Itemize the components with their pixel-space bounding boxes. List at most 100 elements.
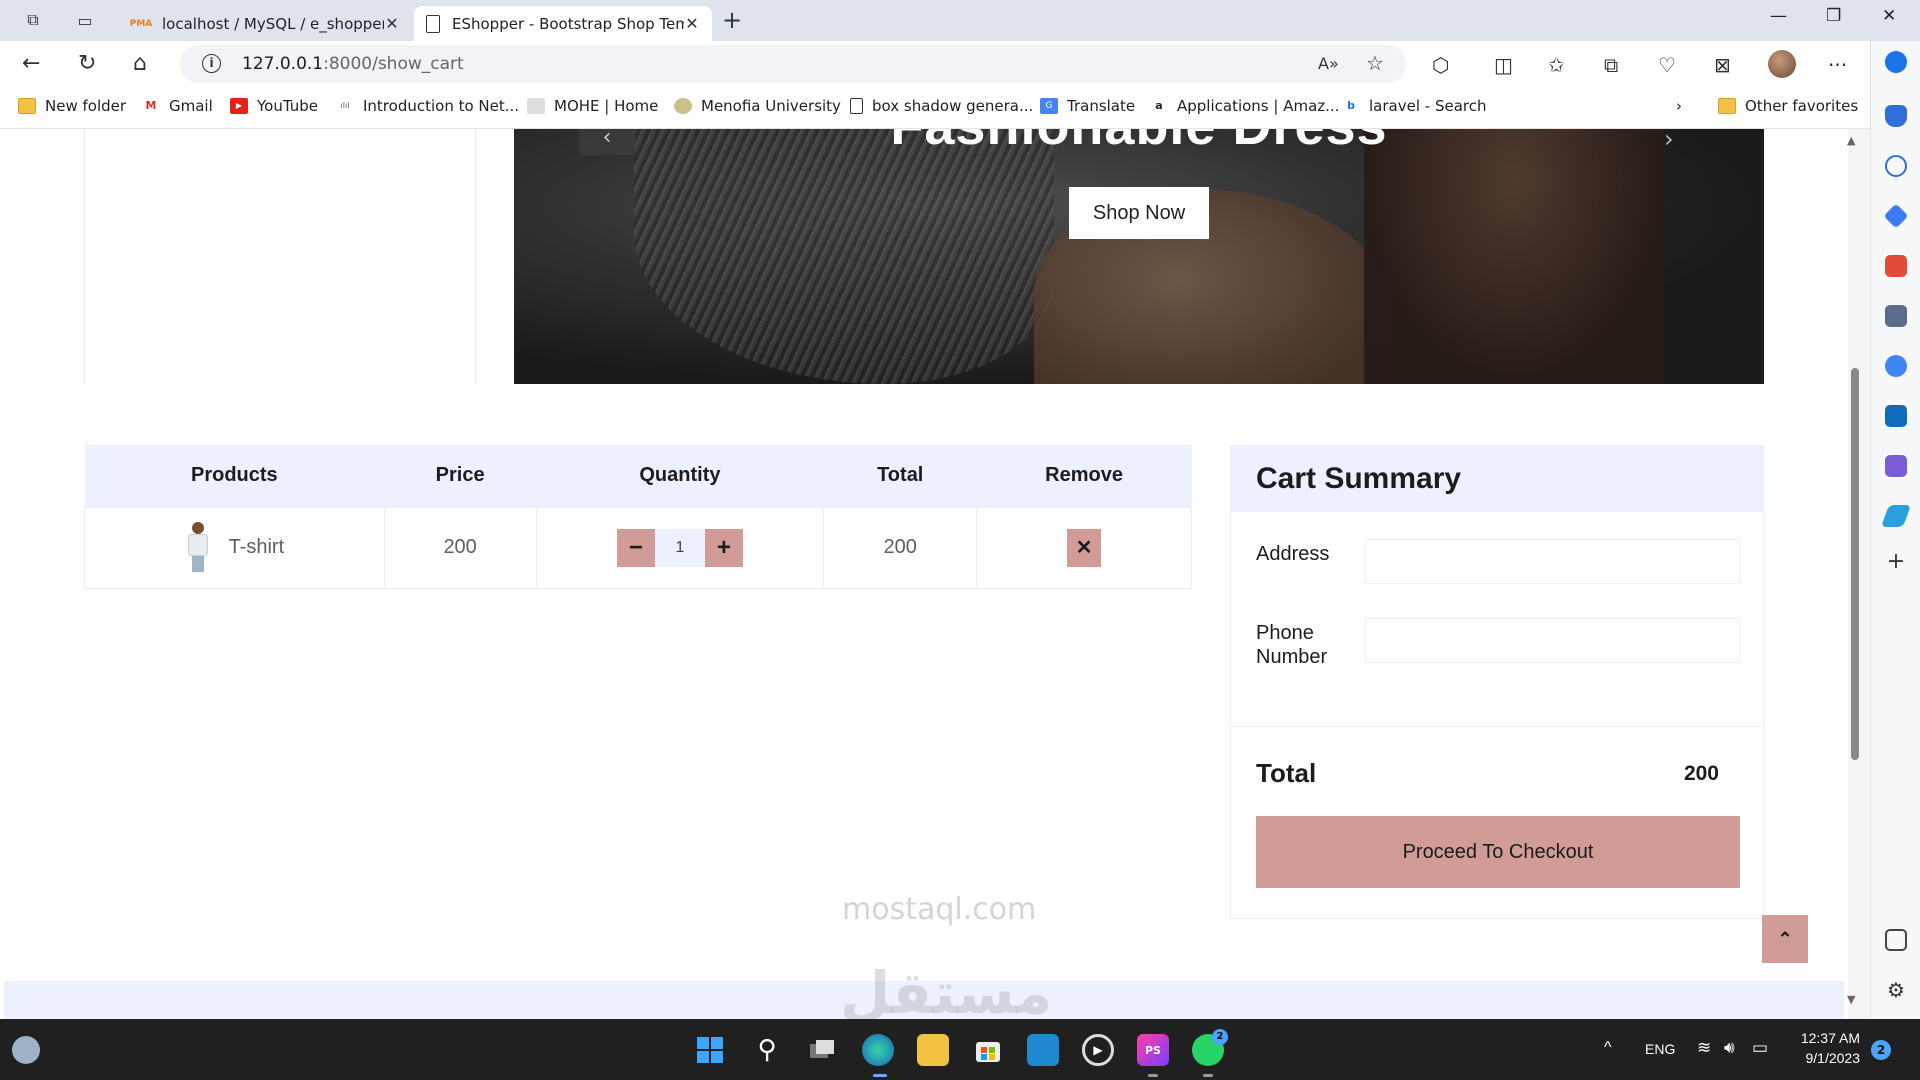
vscode-icon[interactable]	[1027, 1034, 1059, 1066]
file-explorer-icon[interactable]	[917, 1034, 949, 1066]
clock-time[interactable]: 12:37 AM	[1796, 1030, 1860, 1046]
designer-icon[interactable]	[1885, 455, 1907, 477]
favorite-netacad[interactable]: ılıl Introduction to Net...	[336, 97, 520, 115]
product-name[interactable]: T-shirt	[229, 536, 285, 559]
other-favorites[interactable]: Other favorites	[1718, 97, 1858, 115]
vertical-tabs-icon[interactable]: ▭	[72, 8, 98, 32]
minimize-icon[interactable]: —	[1770, 6, 1787, 26]
new-tab-icon[interactable]: +	[722, 6, 742, 34]
back-arrow-icon[interactable]: ←	[22, 51, 40, 76]
carousel-prev-icon[interactable]: ‹	[579, 129, 635, 155]
favorite-menofia[interactable]: Menofia University	[674, 97, 841, 115]
hide-sidebar-icon[interactable]	[1885, 929, 1907, 951]
favorite-star-icon[interactable]: ☆	[1366, 51, 1384, 75]
favorite-mohe[interactable]: MOHE | Home	[527, 97, 658, 115]
favorite-amazon[interactable]: a Applications | Amaz...	[1150, 97, 1339, 115]
shopping-tag-icon[interactable]	[1883, 203, 1909, 229]
proceed-to-checkout-button[interactable]: Proceed To Checkout	[1256, 816, 1740, 888]
search-icon[interactable]: ⚲	[751, 1034, 783, 1066]
favorite-translate[interactable]: G Translate	[1040, 97, 1135, 115]
total-label: Total	[1256, 758, 1317, 788]
back-to-top-button[interactable]: ⌃	[1762, 915, 1808, 963]
wifi-icon[interactable]: ≋	[1697, 1038, 1711, 1058]
scroll-up-arrow-icon[interactable]: ▲	[1847, 134, 1855, 147]
task-view-icon[interactable]	[806, 1034, 838, 1066]
volume-icon[interactable]: 🔊︎	[1724, 1038, 1735, 1058]
tab-phpmyadmin[interactable]: PMA localhost / MySQL / e_shopper / ✕	[120, 6, 412, 41]
weather-icon[interactable]	[12, 1036, 40, 1064]
watermark-logo: مستقل	[840, 959, 1053, 1019]
favorites-icon[interactable]: ✩	[1548, 53, 1565, 77]
clock-date[interactable]: 9/1/2023	[1796, 1050, 1861, 1066]
windows-taskbar: ⚲ ▶ PS 2 ^ ENG ≋ 🔊︎ ▭ 12:37 AM 9/1/2023	[0, 1019, 1920, 1080]
add-sidebar-app-icon[interactable]: +	[1885, 551, 1907, 573]
decrease-quantity-button[interactable]: −	[616, 528, 655, 567]
mohe-icon	[527, 98, 545, 114]
games-icon[interactable]	[1885, 305, 1907, 327]
math-solver-icon[interactable]: ⊠	[1714, 53, 1731, 77]
start-icon[interactable]	[694, 1034, 726, 1066]
drop-icon[interactable]	[1880, 505, 1912, 527]
hero-carousel: Fashionable Dress ‹ › Shop Now	[514, 129, 1764, 384]
quantity-input[interactable]	[654, 528, 705, 567]
cart-summary-title: Cart Summary	[1231, 446, 1763, 512]
phone-label: Phone Number	[1256, 622, 1328, 668]
notifications-bell-icon[interactable]	[1885, 105, 1907, 127]
product-thumbnail[interactable]	[185, 521, 211, 574]
favorite-box-shadow[interactable]: box shadow genera...	[850, 97, 1033, 115]
tab-title: EShopper - Bootstrap Shop Temp	[452, 14, 684, 33]
workspaces-icon[interactable]: ⧉	[20, 8, 46, 32]
browser-essentials-icon[interactable]: ♡	[1658, 53, 1676, 77]
home-icon[interactable]: ⌂	[133, 51, 147, 76]
folder-icon	[1718, 98, 1736, 114]
split-screen-icon[interactable]: ◫	[1494, 53, 1513, 77]
address-label: Address	[1256, 543, 1330, 565]
product-cell: T-shirt	[84, 506, 385, 589]
search-icon[interactable]	[1885, 155, 1907, 177]
battery-icon[interactable]: ▭	[1752, 1038, 1768, 1058]
favorite-youtube[interactable]: ▶ YouTube	[230, 97, 318, 115]
scroll-down-arrow-icon[interactable]: ▼	[1847, 993, 1855, 1006]
restore-icon[interactable]: ❐	[1826, 6, 1841, 26]
phpstorm-icon[interactable]: PS	[1137, 1034, 1169, 1066]
tab-eshopper[interactable]: EShopper - Bootstrap Shop Temp ✕	[414, 6, 712, 41]
favorites-overflow-chevron-icon[interactable]: ›	[1676, 97, 1682, 115]
url-text[interactable]: 127.0.0.1:8000/show_cart	[242, 54, 464, 74]
refresh-icon[interactable]: ↻	[78, 51, 96, 76]
address-bar[interactable]: i 127.0.0.1:8000/show_cart A» ☆	[180, 45, 1406, 83]
increase-quantity-button[interactable]: +	[704, 528, 743, 567]
site-info-icon[interactable]: i	[202, 54, 221, 73]
show-hidden-icons-chevron-icon[interactable]: ^	[1604, 1039, 1612, 1057]
category-sidebar	[84, 129, 476, 384]
favorite-new-folder[interactable]: New folder	[18, 97, 126, 115]
profile-avatar[interactable]	[1768, 50, 1796, 78]
phone-field[interactable]	[1365, 618, 1740, 663]
scrollbar-thumb[interactable]	[1851, 368, 1859, 760]
close-window-icon[interactable]: ✕	[1882, 6, 1896, 26]
watermark-url: mostaql.com	[842, 892, 1037, 927]
address-field[interactable]	[1365, 539, 1740, 584]
header-total: Total	[823, 445, 977, 507]
tools-icon[interactable]	[1885, 255, 1907, 277]
extensions-icon[interactable]: ⬡	[1432, 53, 1449, 77]
copilot-icon[interactable]	[1885, 51, 1907, 73]
more-options-icon[interactable]: ···	[1828, 53, 1847, 77]
notification-count-badge[interactable]: 2	[1871, 1040, 1891, 1060]
language-indicator[interactable]: ENG	[1645, 1041, 1675, 1057]
read-aloud-icon[interactable]: A»	[1318, 54, 1339, 73]
media-player-icon[interactable]: ▶	[1082, 1034, 1114, 1066]
shop-now-button[interactable]: Shop Now	[1069, 187, 1209, 239]
microsoft-365-icon[interactable]	[1885, 355, 1907, 377]
outlook-icon[interactable]	[1885, 405, 1907, 427]
collections-icon[interactable]: ⧉	[1604, 53, 1618, 77]
edge-icon[interactable]	[862, 1034, 894, 1066]
microsoft-store-icon[interactable]	[972, 1034, 1004, 1066]
close-tab-icon[interactable]: ✕	[384, 14, 400, 33]
close-tab-icon[interactable]: ✕	[684, 14, 700, 33]
remove-item-button[interactable]: ✕	[1067, 528, 1102, 567]
carousel-next-icon[interactable]: ›	[1664, 129, 1674, 153]
favorite-gmail[interactable]: M Gmail	[142, 97, 213, 115]
favorite-laravel-search[interactable]: b laravel - Search	[1342, 97, 1486, 115]
cart-table: Products Price Quantity Total Remove T-s…	[84, 445, 1192, 589]
settings-gear-icon[interactable]: ⚙	[1885, 979, 1907, 1001]
